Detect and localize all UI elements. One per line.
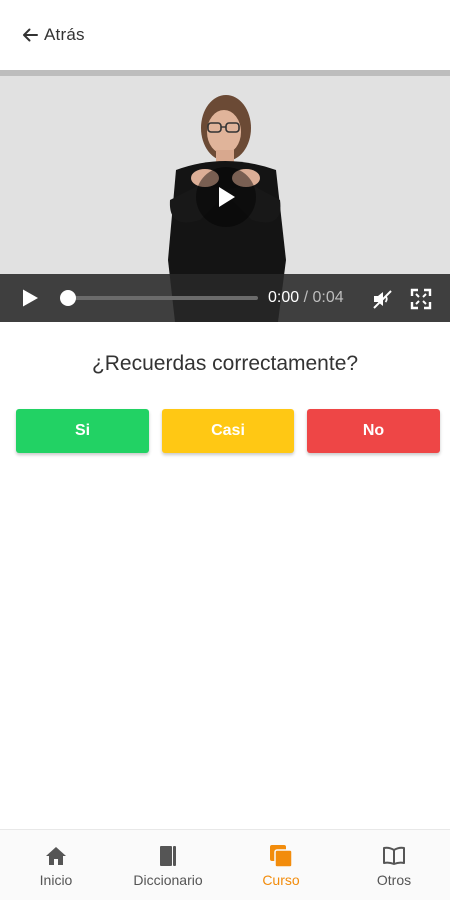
header: Atrás: [0, 0, 450, 70]
answer-si-button[interactable]: Si: [16, 409, 149, 453]
play-overlay-button[interactable]: [196, 167, 256, 227]
time-display: 0:00 / 0:04: [268, 289, 344, 307]
mute-icon[interactable]: [371, 288, 393, 310]
question-text: ¿Recuerdas correctamente?: [91, 352, 359, 375]
nav-item-inicio[interactable]: Inicio: [0, 830, 112, 900]
dictionary-icon: [155, 844, 181, 868]
current-time: 0:00: [268, 289, 300, 306]
arrow-left-icon: [23, 28, 38, 42]
bottom-navigation: Inicio Diccionario Curso Otros: [0, 829, 450, 900]
answer-casi-button[interactable]: Casi: [162, 409, 294, 453]
video-player[interactable]: 0:00 / 0:04: [0, 70, 450, 322]
nav-label-otros: Otros: [376, 872, 412, 888]
fullscreen-icon[interactable]: [410, 288, 432, 310]
home-icon: [43, 844, 69, 868]
course-icon: [268, 844, 294, 868]
seek-bar[interactable]: [60, 290, 258, 306]
nav-item-otros[interactable]: Otros: [338, 830, 450, 900]
play-icon: [219, 187, 235, 207]
nav-item-curso[interactable]: Curso: [225, 830, 337, 900]
duration: 0:04: [312, 289, 344, 306]
play-button[interactable]: [20, 288, 40, 308]
back-button[interactable]: Atrás: [20, 25, 85, 45]
answer-no-button[interactable]: No: [307, 409, 440, 453]
nav-label-curso: Curso: [262, 872, 300, 888]
seek-handle[interactable]: [60, 290, 76, 306]
time-separator: /: [303, 289, 309, 306]
book-open-icon: [381, 844, 407, 868]
video-controls: 0:00 / 0:04: [0, 274, 450, 322]
nav-label-inicio: Inicio: [39, 872, 73, 888]
back-label: Atrás: [44, 25, 85, 44]
answer-buttons: Si Casi No: [16, 409, 440, 455]
nav-item-diccionario[interactable]: Diccionario: [112, 830, 224, 900]
nav-label-diccionario: Diccionario: [133, 872, 203, 888]
